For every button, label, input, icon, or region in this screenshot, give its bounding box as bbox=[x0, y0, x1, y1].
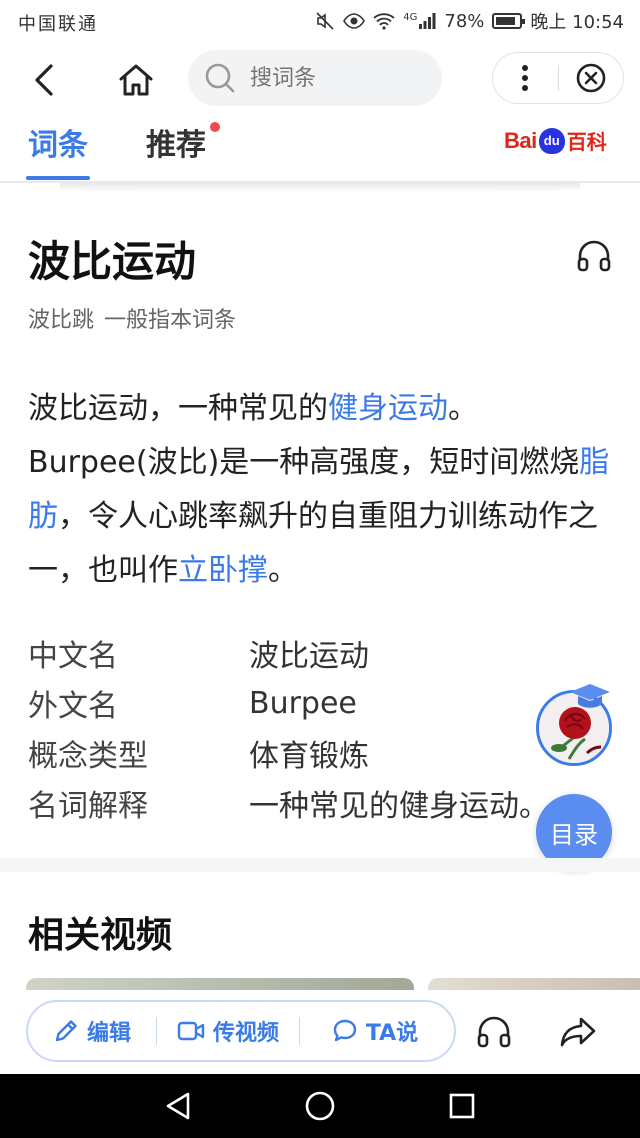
pronunciation-button[interactable] bbox=[572, 234, 616, 278]
edit-label: 编辑 bbox=[86, 1021, 131, 1046]
basic-info-table: 中文名 波比运动 外文名 Burpee 概念类型 体育锻炼 名词解释 一种常见的… bbox=[28, 628, 588, 828]
link-squat-thrust[interactable]: 立卧撑 bbox=[178, 553, 268, 588]
alias-word[interactable]: 波比跳 bbox=[28, 308, 94, 333]
section-divider bbox=[0, 858, 640, 872]
info-row: 概念类型 体育锻炼 bbox=[28, 728, 588, 778]
entry-subtitle: 波比跳 一般指本词条 bbox=[28, 302, 246, 334]
headphones-icon bbox=[577, 240, 611, 272]
battery-percent: 78% bbox=[444, 10, 485, 32]
network-type: 4G bbox=[403, 12, 418, 23]
info-value: 一种常见的健身运动。 bbox=[249, 789, 549, 824]
system-back-button[interactable] bbox=[160, 1088, 196, 1124]
triangle-back-icon bbox=[166, 1092, 190, 1120]
edit-button[interactable]: 编辑 bbox=[28, 1002, 156, 1060]
ta-say-button[interactable]: TA说 bbox=[300, 1002, 450, 1060]
system-recents-button[interactable] bbox=[444, 1088, 480, 1124]
info-value: Burpee bbox=[249, 685, 357, 721]
search-input[interactable] bbox=[248, 64, 422, 92]
entry-title: 波比运动 bbox=[28, 237, 197, 286]
home-icon bbox=[119, 64, 153, 96]
home-button[interactable] bbox=[112, 56, 160, 104]
status-icons: 4G 78% 晚上 10:54 bbox=[315, 8, 624, 34]
ta-say-label: TA说 bbox=[365, 1021, 419, 1046]
headphones-icon bbox=[477, 1016, 511, 1048]
header-shadow bbox=[60, 183, 580, 193]
more-vertical-icon bbox=[522, 65, 529, 91]
para-text: ，令人心跳率飙升的自重阻力训练动作之一，也叫作 bbox=[28, 499, 598, 588]
info-row: 外文名 Burpee bbox=[28, 678, 588, 728]
related-videos-title: 相关视频 bbox=[28, 915, 173, 956]
info-row: 中文名 波比运动 bbox=[28, 628, 588, 678]
more-button[interactable] bbox=[493, 53, 558, 103]
info-value: 体育锻炼 bbox=[249, 739, 369, 774]
info-key: 名词解释 bbox=[28, 789, 148, 824]
baidu-baike-logo[interactable]: Bai du 百科 bbox=[504, 126, 607, 155]
search-icon bbox=[205, 63, 235, 93]
circle-home-icon bbox=[305, 1091, 335, 1121]
summary-paragraph: 波比运动，一种常见的健身运动。Burpee(波比)是一种高强度，短时间燃烧脂肪，… bbox=[28, 382, 618, 598]
notification-dot bbox=[210, 122, 220, 132]
info-key: 概念类型 bbox=[28, 739, 148, 774]
link-fitness-exercise[interactable]: 健身运动 bbox=[328, 391, 448, 426]
info-key: 中文名 bbox=[28, 639, 118, 674]
upload-video-label: 传视频 bbox=[212, 1021, 279, 1046]
listen-button[interactable] bbox=[470, 1010, 518, 1054]
battery-icon bbox=[492, 13, 526, 29]
chat-bubble-icon bbox=[333, 1019, 357, 1042]
pencil-icon bbox=[55, 1020, 77, 1042]
mute-icon bbox=[315, 11, 335, 31]
signal-icon: 4G bbox=[403, 12, 436, 30]
eye-icon bbox=[343, 13, 366, 29]
action-pill: 编辑 传视频 TA说 bbox=[26, 1000, 456, 1062]
info-row: 名词解释 一种常见的健身运动。 bbox=[28, 778, 588, 828]
wifi-icon bbox=[373, 12, 395, 30]
back-button[interactable] bbox=[22, 58, 66, 102]
logo-baike: 百科 bbox=[566, 132, 607, 154]
tab-entry[interactable]: 词条 bbox=[28, 120, 88, 164]
info-value: 波比运动 bbox=[249, 639, 369, 674]
clock: 晚上 10:54 bbox=[530, 12, 624, 33]
tab-recommend[interactable]: 推荐 bbox=[146, 120, 206, 164]
video-camera-icon bbox=[177, 1021, 205, 1041]
close-circle-icon bbox=[576, 63, 606, 93]
system-home-button[interactable] bbox=[302, 1088, 338, 1124]
close-button[interactable] bbox=[559, 53, 624, 103]
mini-program-capsule bbox=[492, 52, 624, 104]
graduation-cap-icon bbox=[568, 682, 612, 712]
info-key: 外文名 bbox=[28, 689, 118, 724]
upload-video-button[interactable]: 传视频 bbox=[157, 1002, 299, 1060]
para-text: 波比运动，一种常见的 bbox=[28, 391, 328, 426]
carrier-label: 中国联通 bbox=[18, 14, 98, 35]
back-arrow-icon bbox=[35, 64, 53, 96]
square-recents-icon bbox=[449, 1093, 475, 1119]
share-button[interactable] bbox=[554, 1010, 602, 1054]
logo-bai: Bai bbox=[504, 127, 537, 153]
para-text: 。 bbox=[268, 553, 298, 588]
logo-paw: du bbox=[538, 127, 565, 154]
alias-note: 一般指本词条 bbox=[104, 308, 237, 333]
share-arrow-icon bbox=[560, 1017, 596, 1047]
search-box[interactable] bbox=[188, 50, 442, 106]
active-tab-indicator bbox=[26, 176, 90, 180]
